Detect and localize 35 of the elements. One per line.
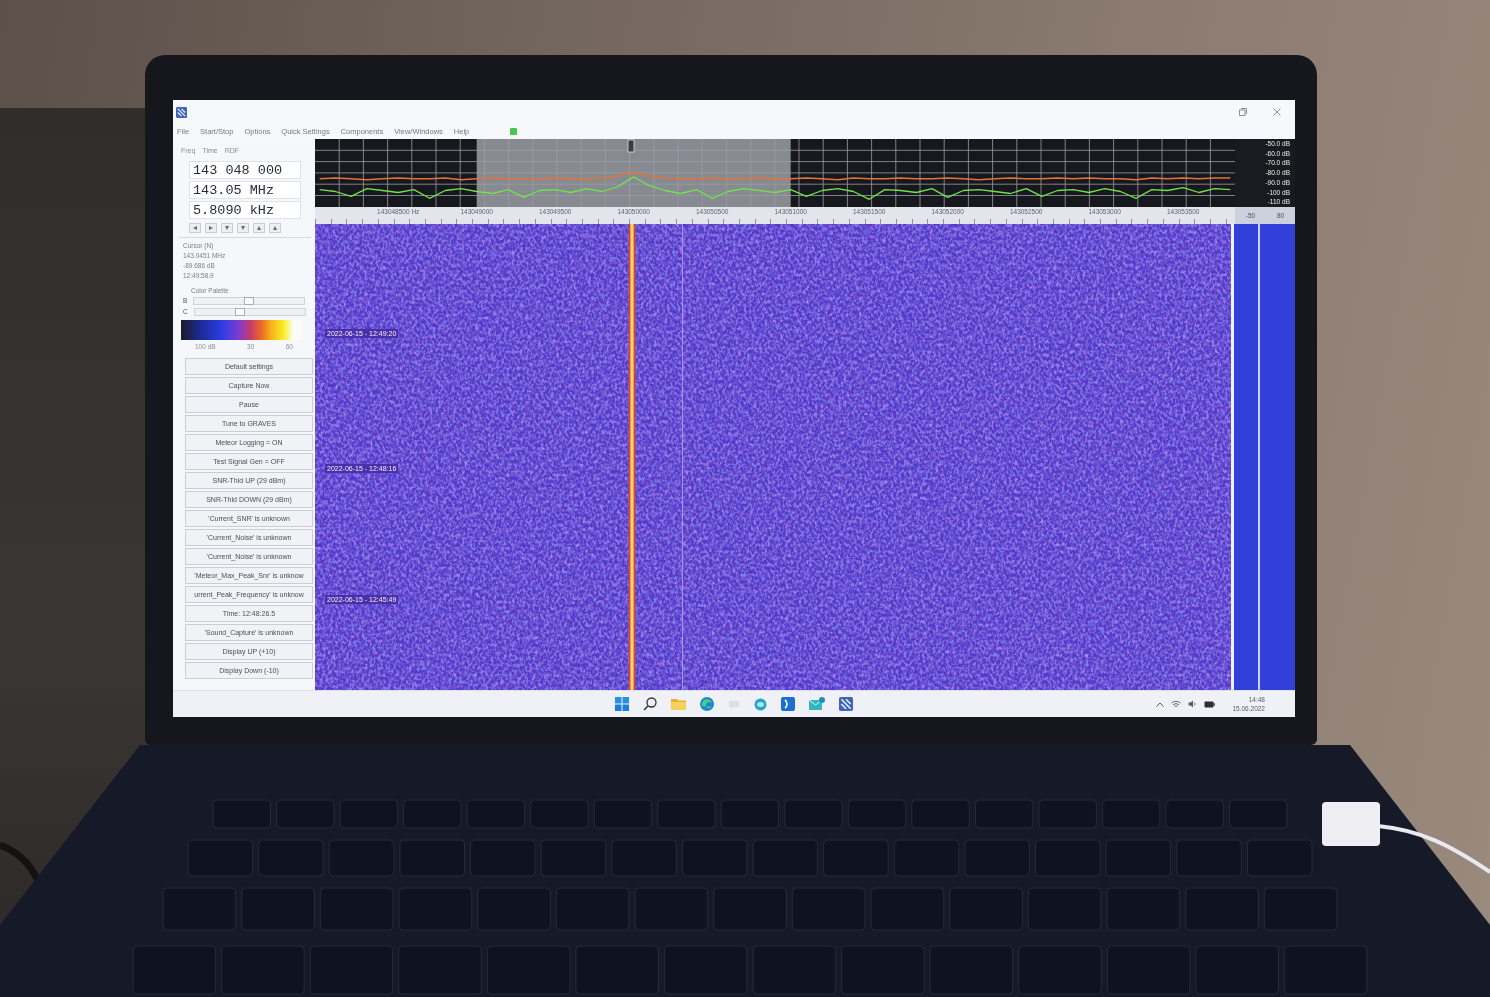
- triangle-icon: [257, 226, 261, 230]
- app-logo-icon[interactable]: [176, 106, 187, 118]
- small-button[interactable]: [237, 223, 249, 233]
- wifi-icon[interactable]: [1171, 700, 1182, 708]
- triangle-icon: [225, 226, 229, 230]
- search-icon[interactable]: [643, 697, 657, 711]
- triangle-icon: [273, 226, 277, 230]
- slider-thumb[interactable]: [244, 296, 255, 305]
- start-icon[interactable]: [615, 697, 629, 711]
- small-button[interactable]: [221, 223, 233, 233]
- small-button[interactable]: [189, 223, 201, 233]
- square-app-icon[interactable]: [781, 697, 795, 711]
- small-button[interactable]: [253, 223, 265, 233]
- frequency-field[interactable]: 5.8090 kHz: [189, 201, 301, 219]
- restore-icon[interactable]: [1239, 108, 1247, 116]
- palette-slider[interactable]: [193, 296, 306, 305]
- envelope-icon[interactable]: [809, 697, 825, 711]
- cursor-marker: [627, 139, 635, 153]
- frequency-field[interactable]: 143.05 MHz: [189, 181, 301, 199]
- palette-slider[interactable]: [193, 307, 306, 316]
- small-button[interactable]: [205, 223, 217, 233]
- swirl-icon[interactable]: [700, 697, 714, 711]
- small-button[interactable]: [269, 223, 281, 233]
- triangle-icon: [193, 226, 197, 230]
- ring-icon[interactable]: [754, 697, 767, 711]
- speaker-icon[interactable]: [1188, 700, 1198, 708]
- frequency-field[interactable]: 143 048 000: [189, 161, 301, 179]
- triangle-icon: [241, 226, 245, 230]
- app-logo-icon[interactable]: [839, 697, 853, 711]
- close-icon[interactable]: [1273, 108, 1281, 116]
- battery-icon[interactable]: [1204, 700, 1216, 708]
- triangle-icon: [209, 226, 213, 230]
- chevron-up-icon[interactable]: [1156, 701, 1165, 707]
- indicator-icon[interactable]: [510, 128, 518, 135]
- slider-thumb[interactable]: [234, 307, 245, 316]
